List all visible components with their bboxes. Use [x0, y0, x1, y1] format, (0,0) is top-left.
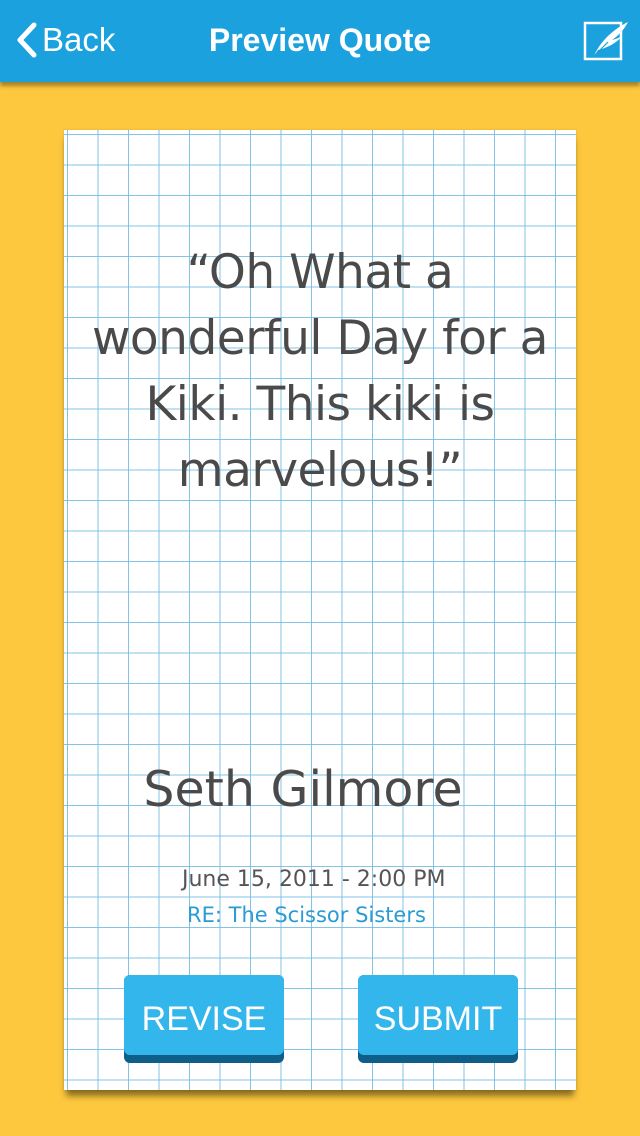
- revise-button-label: REVISE: [124, 975, 284, 1055]
- quill-compose-icon: [583, 21, 628, 61]
- submit-button[interactable]: SUBMIT: [358, 975, 518, 1063]
- submit-button-label: SUBMIT: [358, 975, 518, 1055]
- quote-card: “Oh What a wonderful Day for a Kiki. Thi…: [64, 130, 576, 1090]
- revise-button[interactable]: REVISE: [124, 975, 284, 1063]
- quote-text: “Oh What a wonderful Day for a Kiki. Thi…: [91, 245, 549, 498]
- compose-button[interactable]: [582, 20, 632, 64]
- page-title: Preview Quote: [208, 22, 432, 58]
- quote-author: Seth Gilmore: [143, 761, 463, 818]
- back-button[interactable]: Back: [16, 18, 115, 62]
- back-label: Back: [42, 21, 116, 58]
- navigation-bar: Back Preview Quote: [0, 0, 640, 82]
- chevron-left-icon: [17, 22, 37, 58]
- quote-datetime: June 15, 2011 - 2:00 PM: [182, 867, 446, 892]
- quote-subject-link[interactable]: RE: The Scissor Sisters: [187, 900, 426, 930]
